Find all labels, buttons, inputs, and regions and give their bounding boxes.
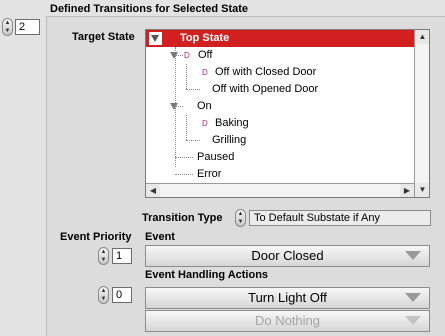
tree-item-off[interactable]: D Off (146, 47, 414, 64)
expand-icon[interactable] (149, 32, 162, 45)
tree-item-off-opened-door[interactable]: Off with Opened Door (146, 81, 414, 98)
chevron-down-icon (405, 293, 421, 302)
state-marker-icon: D (202, 119, 208, 128)
event-value: Door Closed (251, 248, 324, 263)
expand-icon[interactable] (170, 52, 178, 59)
tree-item-paused[interactable]: Paused (146, 149, 414, 166)
state-marker-icon: D (202, 68, 208, 77)
transition-index-field[interactable]: 2 (15, 19, 40, 35)
tree-item-label: Off with Opened Door (212, 83, 319, 95)
section-title: Defined Transitions for Selected State (50, 3, 249, 15)
scroll-left-icon[interactable]: ◀ (146, 184, 160, 197)
target-state-label: Target State (72, 31, 135, 43)
state-marker-icon: D (184, 51, 190, 60)
scroll-up-icon[interactable]: ▲ (415, 30, 429, 44)
transition-type-field[interactable]: To Default Substate if Any (249, 210, 431, 226)
action-dropdown-1[interactable]: Turn Light Off (145, 287, 430, 309)
tree-item-label: Top State (180, 32, 230, 44)
event-label: Event (145, 231, 175, 243)
expand-icon[interactable] (170, 103, 178, 110)
event-dropdown[interactable]: Door Closed (145, 245, 430, 267)
chevron-down-icon (405, 316, 421, 325)
target-state-tree[interactable]: Top State D Off D Off with Closed Door O… (145, 29, 430, 198)
tree-item-label: Grilling (212, 134, 247, 146)
transition-index-spinner[interactable]: ▲ ▼ (2, 18, 13, 36)
tree-item-grilling[interactable]: Grilling (146, 132, 414, 149)
transition-type-label: Transition Type (142, 212, 223, 224)
action-value: Turn Light Off (248, 290, 327, 305)
action-index-field[interactable]: 0 (112, 287, 132, 303)
action-value: Do Nothing (254, 313, 321, 328)
tree-item-off-closed-door[interactable]: D Off with Closed Door (146, 64, 414, 81)
tree-item-label: Off with Closed Door (215, 66, 317, 78)
tree-item-label: Off (198, 49, 213, 61)
action-index-spinner[interactable]: ▲ ▼ (98, 286, 109, 304)
event-priority-spinner[interactable]: ▲ ▼ (98, 247, 109, 265)
tree-vertical-scrollbar[interactable]: ▲ ▼ (414, 30, 429, 197)
transition-type-spinner[interactable]: ▲ ▼ (235, 209, 246, 227)
scroll-down-icon[interactable]: ▼ (415, 183, 429, 197)
tree-item-on[interactable]: On (146, 98, 414, 115)
tree-item-baking[interactable]: D Baking (146, 115, 414, 132)
tree-item-label: On (197, 100, 212, 112)
chevron-down-icon (405, 251, 421, 260)
tree-item-top-state[interactable]: Top State (146, 30, 414, 47)
event-handling-label: Event Handling Actions (145, 269, 269, 281)
event-priority-field[interactable]: 1 (112, 248, 132, 264)
action-dropdown-2[interactable]: Do Nothing (145, 310, 430, 332)
tree-item-label: Baking (215, 117, 249, 129)
event-priority-label: Event Priority (60, 231, 132, 243)
tree-item-label: Paused (197, 151, 235, 163)
tree-item-error[interactable]: Error (146, 166, 414, 183)
tree-item-label: Error (197, 168, 222, 180)
scroll-right-icon[interactable]: ▶ (400, 184, 414, 197)
tree-horizontal-scrollbar[interactable]: ◀ ▶ (146, 183, 414, 197)
